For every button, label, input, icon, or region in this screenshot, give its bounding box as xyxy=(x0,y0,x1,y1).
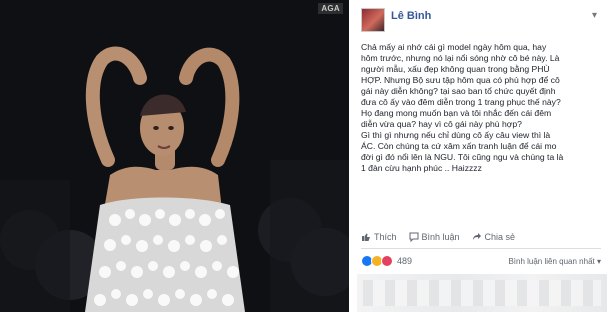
divider xyxy=(361,248,601,249)
reaction-count[interactable]: 489 xyxy=(397,256,412,266)
post-line: Họ đang mong muốn bạn và tôi nhắc đến cá… xyxy=(361,108,552,118)
comment-label: Bình luận xyxy=(421,232,460,242)
like-button[interactable]: Thích xyxy=(361,232,397,242)
comment-icon xyxy=(409,232,419,243)
post-line: người mẫu, xấu đẹp không quan trong bằng… xyxy=(361,64,550,74)
comment-blur-overlay xyxy=(363,280,601,306)
post-panel: Lê Bình ▾ Chả mấy ai nhớ cái gì model ng… xyxy=(349,0,611,312)
post-actions: Thích Bình luận Chia sẻ xyxy=(361,229,599,245)
comment-button[interactable]: Bình luận xyxy=(409,232,460,243)
post-line: đời gì đó nổi lên là NGU. Tôi cũng ngu v… xyxy=(361,152,564,162)
model-photo-illustration xyxy=(0,0,349,312)
share-icon xyxy=(472,232,482,242)
love-reaction-icon[interactable] xyxy=(381,255,393,267)
share-button[interactable]: Chia sẻ xyxy=(472,232,516,242)
post-header: Lê Bình ▾ xyxy=(361,8,601,40)
reaction-bar: 489 Bình luận liên quan nhất ▾ xyxy=(361,254,601,268)
post-line: gái này diễn không? tại sao ban tổ chức … xyxy=(361,86,556,96)
comment-sort-label: Bình luận liên quan nhất xyxy=(508,256,595,266)
post-line: hôm trước, nhưng nó lại nổi sóng nhờ cô … xyxy=(361,53,560,63)
post-line: Gì thì gì nhưng nếu chỉ dùng cô ấy câu v… xyxy=(361,130,551,140)
watermark-logo: AGA xyxy=(318,3,343,14)
like-label: Thích xyxy=(374,232,397,242)
post-line: Chả mấy ai nhớ cái gì model ngày hôm qua… xyxy=(361,42,547,52)
comment-sort-dropdown[interactable]: Bình luận liên quan nhất ▾ xyxy=(508,257,601,266)
thumbs-up-icon xyxy=(361,232,371,242)
post-line: HỢP. Nhưng Bộ sưu tập hôm qua có phù hợp… xyxy=(361,75,560,85)
chevron-down-icon: ▾ xyxy=(596,256,601,266)
post-line: đưa cô ấy vào đêm diễn trong 1 trang phụ… xyxy=(361,97,561,107)
author-name[interactable]: Lê Bình xyxy=(391,10,431,22)
post-text: Chả mấy ai nhớ cái gì model ngày hôm qua… xyxy=(361,42,599,174)
post-line: 1 đàn cừu hạnh phúc .. Haizzzz xyxy=(361,163,482,173)
post-line: ÁC. Còn chúng ta cứ xâm xấn tranh luận đ… xyxy=(361,141,557,151)
comments-blurred xyxy=(357,274,607,312)
share-label: Chia sẻ xyxy=(484,232,516,242)
post-photo[interactable]: AGA xyxy=(0,0,349,312)
post-line: diễn vừa qua? hay vì cô gái này phù hợp? xyxy=(361,119,522,129)
avatar[interactable] xyxy=(361,8,385,32)
chevron-down-icon[interactable]: ▾ xyxy=(592,10,597,21)
